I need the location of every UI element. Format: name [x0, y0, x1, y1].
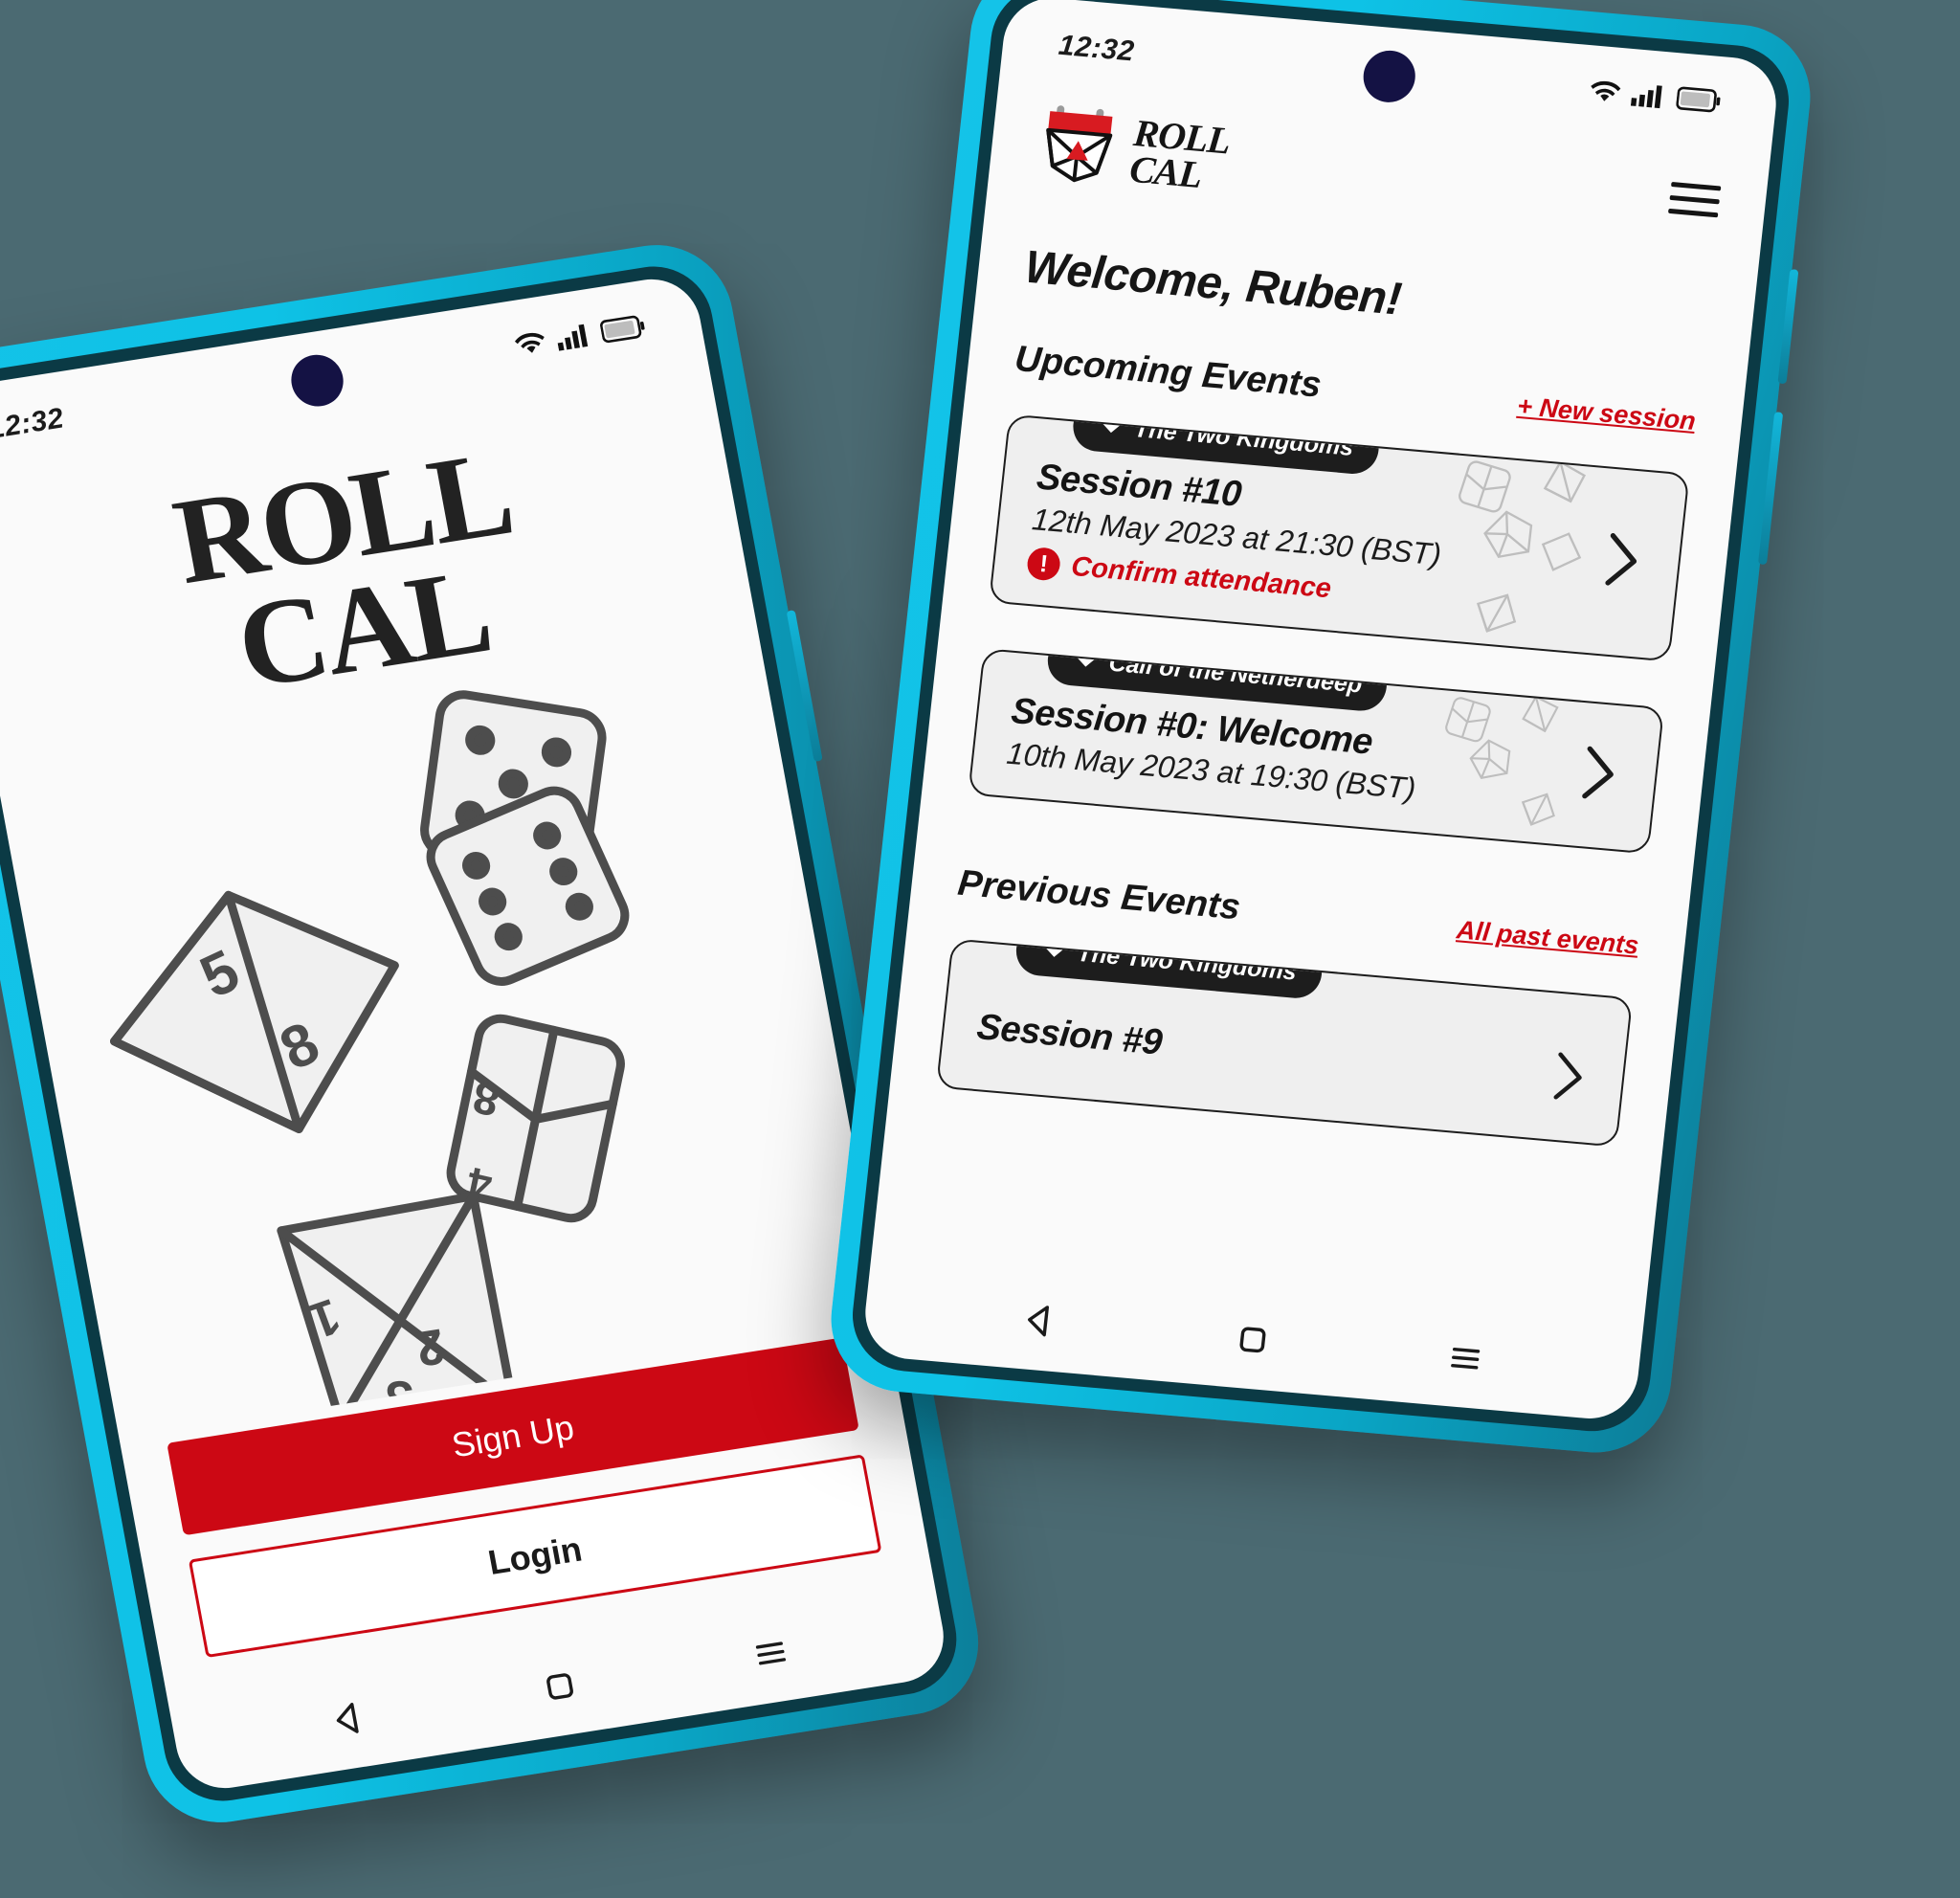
previous-events-title: Previous Events [955, 862, 1242, 928]
phone-mockup-splash: 12:32 ROLL CAL 5 8 8 4 1 2 3 Sign Up Log… [0, 234, 991, 1834]
status-time-right: 12:32 [1057, 29, 1136, 68]
welcome-heading: Welcome, Ruben! [1022, 241, 1404, 325]
app-logo[interactable]: ROLL CAL [1034, 99, 1233, 202]
chevron-right-icon[interactable] [1570, 742, 1626, 810]
event-card-body: Session #0: Welcome 10th May 2023 at 19:… [1005, 691, 1626, 824]
new-session-link[interactable]: + New session [1516, 391, 1697, 436]
svg-text:2: 2 [412, 1318, 449, 1376]
power-button-right[interactable] [1757, 412, 1784, 566]
chevron-right-icon[interactable] [1542, 1048, 1592, 1110]
event-title: Session #9 [974, 1007, 1165, 1063]
upcoming-event-card[interactable]: Call of the Netherdeep Session #0: Welco… [968, 648, 1665, 855]
cellular-signal-icon [1630, 81, 1667, 114]
wifi-icon [512, 328, 549, 363]
svg-text:5: 5 [190, 938, 250, 1012]
back-nav-icon[interactable] [1016, 1299, 1061, 1347]
svg-text:8: 8 [469, 1070, 504, 1125]
dashboard-content: ROLL CAL Welcome, Ruben! Upcoming Events… [860, 95, 1770, 1422]
svg-text:1: 1 [301, 1287, 347, 1349]
home-nav-icon[interactable] [536, 1663, 584, 1713]
auth-button-group: Sign Up Login [167, 1337, 882, 1659]
recents-nav-icon[interactable] [1442, 1336, 1487, 1384]
phone-bezel-right: 12:32 ROLL CAL Welcome, Ruben! Upcoming … [846, 0, 1795, 1437]
phone-screen-splash: 12:32 ROLL CAL 5 8 8 4 1 2 3 Sign Up Log… [0, 272, 952, 1796]
campaign-tag-label: The Two Kingdoms [1076, 939, 1299, 986]
calendar-dice-logo-icon [1034, 99, 1125, 192]
back-nav-icon[interactable] [324, 1696, 372, 1747]
tag-icon [1039, 938, 1067, 968]
app-header: ROLL CAL [1034, 99, 1724, 245]
tag-icon [1071, 648, 1099, 678]
svg-text:4: 4 [463, 1157, 496, 1208]
campaign-tag-label: The Two Kingdoms [1132, 415, 1355, 461]
battery-icon [599, 313, 648, 349]
splash-content: ROLL CAL 5 8 8 4 1 2 3 Sign Up Login [0, 341, 951, 1796]
previous-event-card[interactable]: The Two Kingdoms Session #9 [935, 938, 1634, 1148]
mockup-stage: 12:32 ROLL CAL 5 8 8 4 1 2 3 Sign Up Log… [0, 0, 1960, 1898]
event-card-body: Session #10 12th May 2023 at 21:30 (BST)… [1025, 457, 1652, 632]
chevron-right-icon[interactable] [1592, 528, 1649, 596]
rolling-dice-illustration: 5 8 8 4 1 2 3 [0, 623, 885, 1440]
home-nav-icon[interactable] [1230, 1317, 1275, 1365]
battery-icon [1675, 85, 1722, 119]
svg-text:8: 8 [270, 1010, 329, 1083]
all-past-events-link[interactable]: All past events [1456, 915, 1640, 960]
hamburger-menu-icon[interactable] [1667, 181, 1722, 218]
phone-screen-dashboard: 12:32 ROLL CAL Welcome, Ruben! Upcoming … [860, 0, 1781, 1423]
wifi-icon [1588, 78, 1623, 110]
status-time: 12:32 [0, 402, 67, 446]
app-logo-text: ROLL CAL [1127, 110, 1232, 195]
upcoming-events-title: Upcoming Events [1013, 338, 1324, 406]
tag-icon [1097, 413, 1125, 444]
campaign-tag-label: Call of the Netherdeep [1107, 649, 1364, 699]
phone-bezel: 12:32 ROLL CAL 5 8 8 4 1 2 3 Sign Up Log… [0, 257, 967, 1810]
cellular-signal-icon [554, 322, 593, 356]
app-wordmark: ROLL CAL [0, 402, 757, 744]
exclamation-badge-icon: ! [1025, 546, 1062, 582]
volume-up-button-right[interactable] [1777, 269, 1799, 385]
recents-nav-icon[interactable] [746, 1630, 794, 1681]
upcoming-event-card[interactable]: The Two Kingdoms Session #10 12th May 20… [988, 413, 1690, 662]
power-button[interactable] [786, 610, 823, 762]
phone-mockup-dashboard: 12:32 ROLL CAL Welcome, Ruben! Upcoming … [823, 0, 1818, 1459]
